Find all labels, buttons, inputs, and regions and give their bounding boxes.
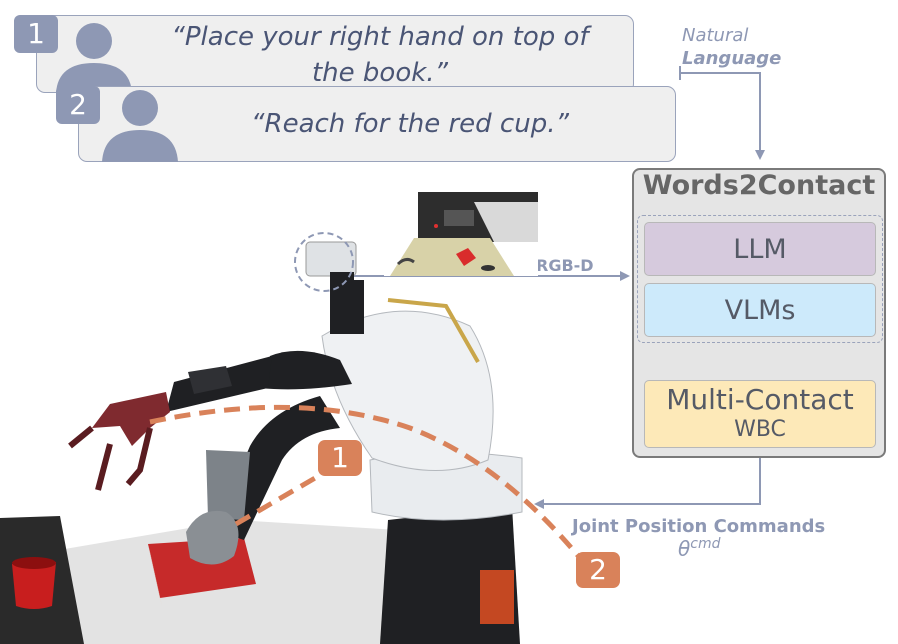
book-trajectory xyxy=(234,471,324,527)
trajectory-marker-1: 1 xyxy=(318,440,362,476)
theta-symbol: θ xyxy=(678,536,691,561)
theta-cmd-label: θcmd xyxy=(678,536,720,561)
trajectory-path xyxy=(149,404,582,560)
reach-trajectory xyxy=(149,404,582,560)
trajectory-marker-2: 2 xyxy=(576,552,620,588)
cmd-superscript: cmd xyxy=(690,536,721,552)
joint-commands-label: Joint Position Commands xyxy=(572,516,826,537)
